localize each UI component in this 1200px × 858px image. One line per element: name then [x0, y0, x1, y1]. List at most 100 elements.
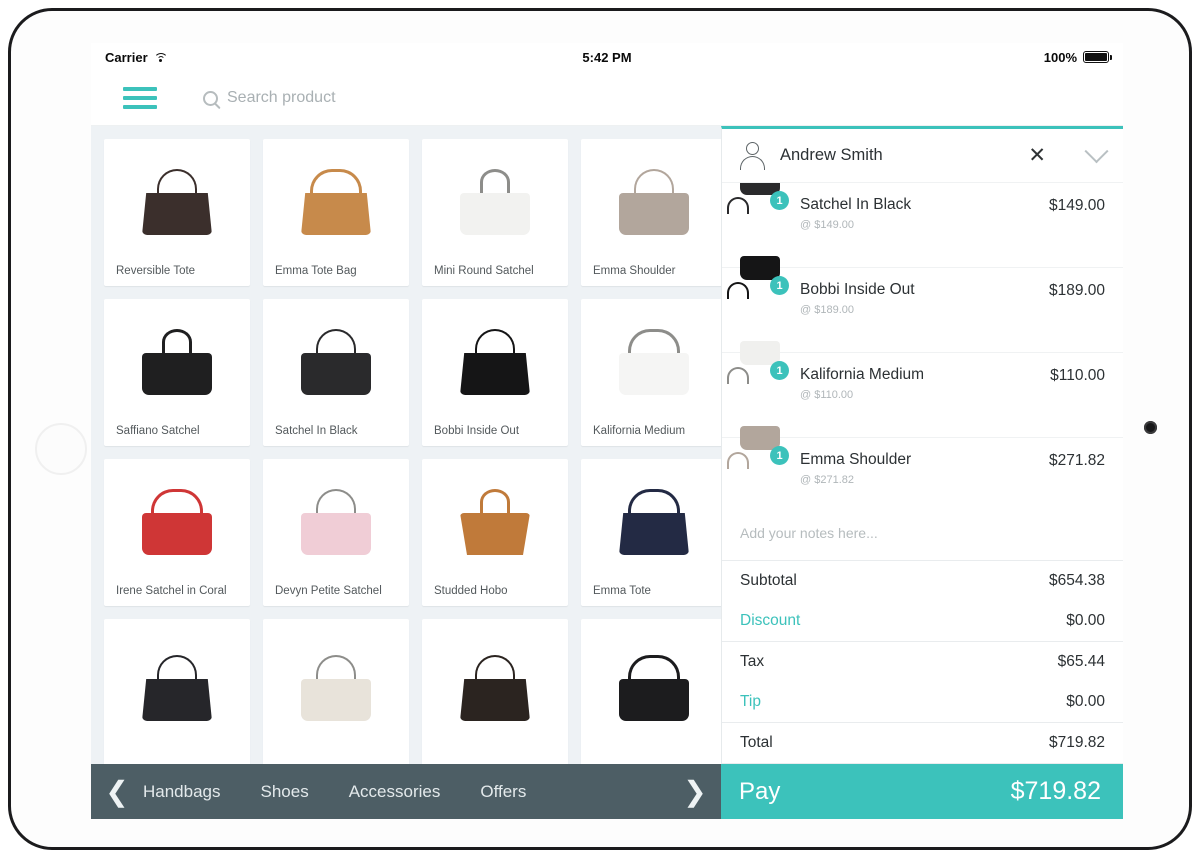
- category-item-handbags[interactable]: Handbags: [143, 782, 221, 802]
- app-screen: Carrier 5:42 PM 100% Reversible Tote Emma…: [91, 43, 1123, 819]
- total-row-discount[interactable]: Discount $0.00: [722, 601, 1123, 641]
- product-card[interactable]: Emma Shoulder: [581, 139, 721, 286]
- product-card[interactable]: [104, 619, 250, 764]
- product-thumbnail: [104, 619, 250, 757]
- search-bar: [91, 71, 1123, 126]
- total-row-tax: Tax $65.44: [722, 642, 1123, 682]
- cart-pane: Andrew Smith ✕ 1 Satchel In Black @ $149.0…: [721, 126, 1123, 764]
- product-card[interactable]: Irene Satchel in Coral: [104, 459, 250, 606]
- cart-item-thumbnail: 1: [727, 341, 789, 412]
- product-card[interactable]: Saffiano Satchel: [104, 299, 250, 446]
- product-name: [581, 757, 721, 764]
- product-name: Irene Satchel in Coral: [116, 585, 227, 597]
- product-thumbnail: [263, 139, 409, 265]
- product-name: Saffiano Satchel: [116, 425, 200, 437]
- product-card[interactable]: [263, 619, 409, 764]
- product-card[interactable]: Mini Round Satchel: [422, 139, 568, 286]
- total-value: $654.38: [1048, 572, 1105, 589]
- category-item-accessories[interactable]: Accessories: [349, 782, 441, 802]
- handbag-icon: [456, 327, 534, 397]
- chevron-left-icon[interactable]: ❮: [91, 775, 143, 808]
- total-value: $65.44: [1057, 653, 1105, 670]
- close-icon[interactable]: ✕: [1028, 145, 1046, 166]
- total-label[interactable]: Discount: [740, 612, 800, 630]
- product-name: [263, 757, 409, 764]
- product-card[interactable]: Reversible Tote: [104, 139, 250, 286]
- front-camera-dot: [1144, 421, 1157, 434]
- product-card[interactable]: [581, 619, 721, 764]
- pay-label: Pay: [739, 777, 781, 805]
- battery-percent-label: 100%: [1043, 49, 1077, 65]
- search-input[interactable]: [227, 89, 647, 107]
- cart-item-details: Bobbi Inside Out @ $189.00: [800, 281, 1049, 316]
- product-card[interactable]: [422, 619, 568, 764]
- cart-item-name: Kalifornia Medium: [800, 366, 925, 383]
- product-thumbnail: [422, 139, 568, 265]
- product-card[interactable]: Devyn Petite Satchel: [263, 459, 409, 606]
- product-thumbnail: [104, 299, 250, 425]
- cart-item-row[interactable]: 1 Bobbi Inside Out @ $189.00 $189.00: [722, 256, 1123, 353]
- notes-input[interactable]: [740, 525, 1105, 541]
- product-thumbnail: [422, 299, 568, 425]
- product-card[interactable]: Emma Tote Bag: [263, 139, 409, 286]
- product-card[interactable]: Satchel In Black: [263, 299, 409, 446]
- hamburger-menu-icon[interactable]: [123, 87, 157, 109]
- chevron-down-icon[interactable]: [1084, 139, 1109, 164]
- tablet-device-frame: Carrier 5:42 PM 100% Reversible Tote Emma…: [8, 8, 1192, 850]
- cart-item-row[interactable]: 1 Satchel In Black @ $149.00 $149.00: [722, 183, 1123, 268]
- product-thumbnail: [581, 459, 721, 585]
- person-avatar-icon: [738, 141, 768, 171]
- total-row-tip[interactable]: Tip $0.00: [722, 682, 1123, 722]
- total-label[interactable]: Tip: [740, 693, 761, 711]
- product-name: Emma Tote: [593, 585, 651, 597]
- product-card[interactable]: Emma Tote: [581, 459, 721, 606]
- order-totals: Subtotal $654.38 Discount $0.00 Tax $65.44 Tip…: [722, 561, 1123, 764]
- product-thumbnail: [581, 299, 721, 425]
- product-name: Devyn Petite Satchel: [275, 585, 382, 597]
- total-label: Subtotal: [740, 572, 797, 589]
- product-card[interactable]: Studded Hobo: [422, 459, 568, 606]
- bottom-bar: ❮ Handbags Shoes Accessories Offers ❯ Pay $…: [91, 764, 1123, 819]
- search-field-wrapper[interactable]: [203, 89, 647, 107]
- category-nav: ❮ Handbags Shoes Accessories Offers ❯: [91, 764, 721, 819]
- pay-button[interactable]: Pay $719.82: [721, 764, 1123, 819]
- quantity-badge: 1: [770, 191, 789, 210]
- total-label: Tax: [740, 653, 765, 670]
- product-card[interactable]: Bobbi Inside Out: [422, 299, 568, 446]
- category-item-offers[interactable]: Offers: [480, 782, 526, 802]
- search-icon: [203, 90, 218, 106]
- totals-group: Tax $65.44 Tip $0.00: [722, 642, 1123, 723]
- product-thumbnail: [581, 139, 721, 265]
- category-item-shoes[interactable]: Shoes: [261, 782, 309, 802]
- handbag-icon: [297, 327, 375, 397]
- home-button[interactable]: [35, 423, 87, 475]
- product-name: Satchel In Black: [275, 425, 358, 437]
- product-name: Emma Shoulder: [593, 265, 676, 277]
- product-card[interactable]: Kalifornia Medium: [581, 299, 721, 446]
- cart-item-name: Satchel In Black: [800, 196, 912, 213]
- cart-item-row[interactable]: 1 Kalifornia Medium @ $110.00 $110.00: [722, 341, 1123, 438]
- cart-item-unit-price: @ $110.00: [800, 389, 854, 401]
- notes-field-wrapper[interactable]: [722, 506, 1123, 561]
- handbag-icon: [615, 167, 693, 237]
- cart-item-line-total: $271.82: [1048, 452, 1105, 469]
- handbag-icon: [297, 653, 375, 723]
- status-bar-right: 100%: [1043, 49, 1113, 65]
- handbag-icon: [138, 487, 216, 557]
- product-thumbnail: [104, 139, 250, 265]
- cart-item-row[interactable]: 1 Emma Shoulder @ $271.82 $271.82: [722, 426, 1123, 506]
- cart-item-thumbnail: 1: [727, 183, 789, 242]
- handbag-icon: [456, 487, 534, 557]
- cart-item-details: Emma Shoulder @ $271.82: [800, 451, 1049, 486]
- wifi-icon: [153, 52, 168, 63]
- customer-name: Andrew Smith: [780, 146, 883, 164]
- status-bar-time: 5:42 PM: [582, 49, 632, 65]
- cart-item-unit-price: @ $189.00: [800, 304, 854, 316]
- handbag-icon: [138, 327, 216, 397]
- chevron-right-icon[interactable]: ❯: [669, 775, 721, 808]
- handbag-icon: [297, 487, 375, 557]
- cart-item-thumbnail: 1: [727, 426, 789, 497]
- product-grid-pane: Reversible Tote Emma Tote Bag Mini Round S…: [91, 126, 721, 764]
- cart-item-unit-price: @ $271.82: [800, 474, 854, 486]
- product-thumbnail: [581, 619, 721, 757]
